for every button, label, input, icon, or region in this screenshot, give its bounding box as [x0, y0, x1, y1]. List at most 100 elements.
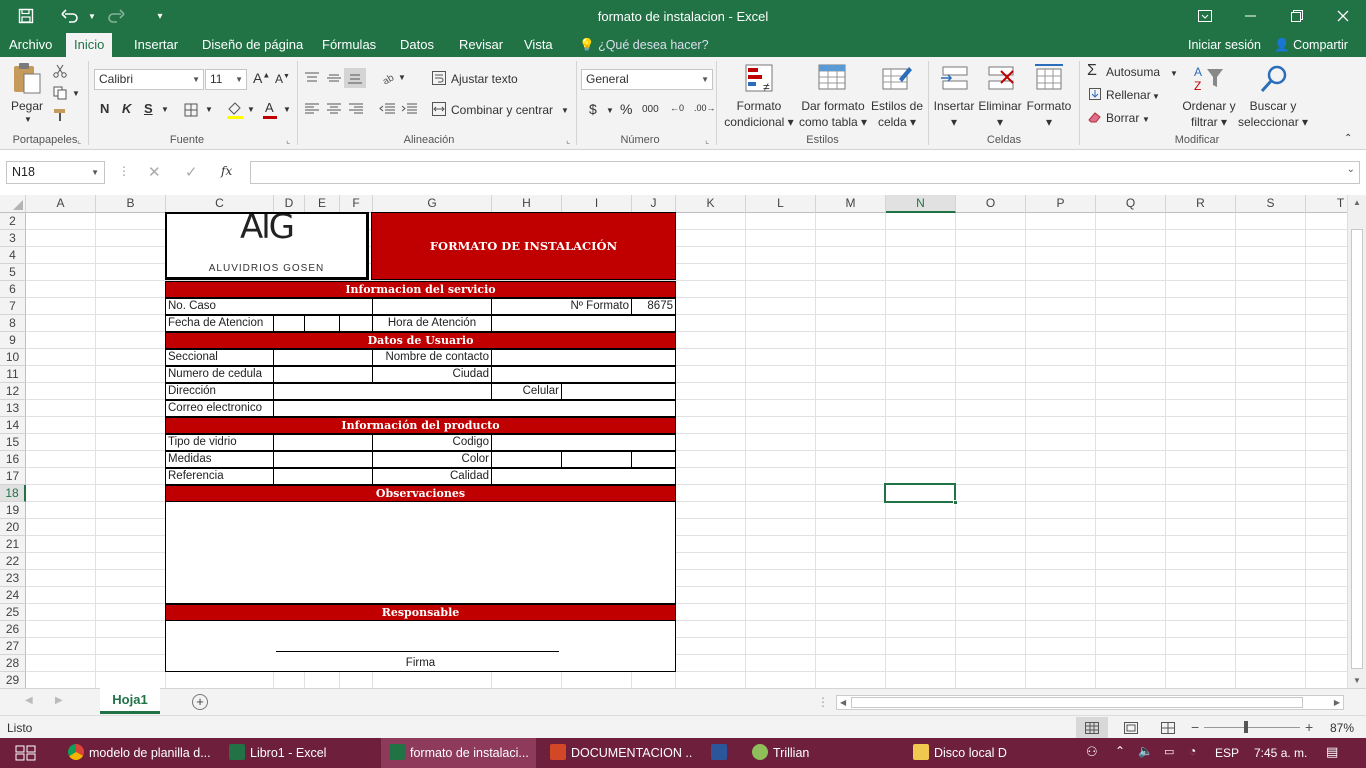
section-product-info[interactable]: Información del producto [165, 417, 676, 434]
column-header-o[interactable]: O [956, 195, 1026, 213]
section-user-data[interactable]: Datos de Usuario [165, 332, 676, 349]
cedula-label[interactable]: Numero de cedula [165, 366, 274, 383]
fill-dropdown-icon[interactable]: ▼ [1152, 92, 1160, 101]
row-header-26[interactable]: 26 [0, 621, 26, 638]
row-header-12[interactable]: 12 [0, 383, 26, 400]
increase-font-icon[interactable]: A▲ [253, 70, 270, 86]
chevron-up-icon[interactable]: ⌃ [1115, 744, 1125, 758]
row-header-24[interactable]: 24 [0, 587, 26, 604]
signin-link[interactable]: Iniciar sesión [1188, 33, 1261, 57]
color-label[interactable]: Color [372, 451, 492, 468]
column-header-m[interactable]: M [816, 195, 886, 213]
tell-me-search[interactable]: 💡 ¿Qué desea hacer? [579, 33, 709, 57]
row-header-29[interactable]: 29 [0, 672, 26, 688]
copy-dropdown-icon[interactable]: ▼ [72, 89, 80, 98]
tab-inicio[interactable]: Inicio [66, 33, 113, 57]
row-header-3[interactable]: 3 [0, 230, 26, 247]
page-layout-icon[interactable] [1122, 717, 1140, 739]
orientation-icon[interactable]: ab [380, 69, 398, 85]
tab-datos[interactable]: Datos [392, 33, 442, 57]
cancel-icon[interactable]: ✕ [148, 163, 161, 181]
row-header-9[interactable]: 9 [0, 332, 26, 349]
taskbar-item-libro1[interactable]: Libro1 - Excel [221, 738, 376, 768]
share-button[interactable]: 👤 Compartir [1274, 33, 1348, 57]
borders-dropdown-icon[interactable]: ▼ [205, 105, 213, 114]
column-header-i[interactable]: I [562, 195, 632, 213]
column-header-g[interactable]: G [373, 195, 492, 213]
scroll-left-icon[interactable]: ◀ [840, 696, 846, 709]
row-header-10[interactable]: 10 [0, 349, 26, 366]
vertical-scrollbar[interactable]: ▲ ▼ [1347, 195, 1366, 688]
autosum-button[interactable]: Autosuma [1106, 65, 1160, 79]
prev-sheet-icon[interactable]: ◀ [25, 695, 33, 706]
taskbar-item-word[interactable] [705, 738, 735, 768]
font-color-icon[interactable]: A [262, 100, 278, 120]
enter-icon[interactable]: ✓ [185, 163, 198, 181]
format-painter-icon[interactable] [52, 107, 68, 123]
ciudad-label[interactable]: Ciudad [372, 366, 492, 383]
currency-dropdown-icon[interactable]: ▼ [606, 106, 614, 115]
split-handle-icon[interactable]: ⋮ [817, 695, 829, 709]
tab-insertar[interactable]: Insertar [126, 33, 186, 57]
row-header-22[interactable]: 22 [0, 553, 26, 570]
column-header-p[interactable]: P [1026, 195, 1096, 213]
observations-area[interactable] [165, 501, 676, 604]
font-launcher-icon[interactable]: ⌞ [286, 135, 290, 146]
format-cells-button[interactable]: Formato ▾ [1025, 98, 1073, 130]
volume-icon[interactable]: 🔈 [1138, 744, 1153, 758]
clear-dropdown-icon[interactable]: ▼ [1142, 115, 1150, 124]
color-value-cell-3[interactable] [631, 451, 676, 468]
name-box[interactable]: N18 ▼ [6, 161, 105, 184]
seccional-label[interactable]: Seccional [165, 349, 274, 366]
scrollbar-thumb[interactable] [1351, 229, 1363, 669]
language-indicator[interactable]: ESP [1215, 746, 1239, 760]
tab-diseno-pagina[interactable]: Diseño de página [194, 33, 311, 57]
nombre-contacto-label[interactable]: Nombre de contacto [372, 349, 492, 366]
normal-view-icon[interactable] [1076, 717, 1108, 739]
font-size-combo[interactable]: 11 ▼ [205, 69, 247, 90]
codigo-label[interactable]: Codigo [372, 434, 492, 451]
section-service-info[interactable]: Informacion del servicio [165, 281, 676, 298]
celular-label[interactable]: Celular [491, 383, 562, 400]
fill-handle[interactable] [953, 500, 958, 505]
no-caso-label[interactable]: No. Caso [165, 298, 373, 315]
column-header-l[interactable]: L [746, 195, 816, 213]
zoom-slider[interactable] [1204, 727, 1300, 728]
sort-filter-button[interactable]: Ordenar y filtrar ▾ [1180, 98, 1238, 130]
column-header-r[interactable]: R [1166, 195, 1236, 213]
logo-cell[interactable]: AlG ALUVIDRIOS GOSEN [165, 212, 369, 280]
row-header-13[interactable]: 13 [0, 400, 26, 417]
column-header-h[interactable]: H [492, 195, 562, 213]
paste-button[interactable]: Pegar [11, 99, 43, 113]
select-all-corner[interactable] [0, 195, 26, 213]
increase-decimal-icon[interactable]: ←0 [670, 103, 684, 113]
signature-area[interactable]: Firma [165, 620, 676, 672]
add-sheet-icon[interactable]: + [192, 694, 208, 710]
taskbar-item-disco[interactable]: Disco local D [905, 738, 1060, 768]
zoom-slider-thumb[interactable] [1244, 721, 1248, 733]
find-select-button[interactable]: Buscar y seleccionar ▾ [1238, 98, 1308, 130]
clear-button[interactable]: Borrar [1106, 111, 1139, 125]
codigo-value-cell[interactable] [491, 434, 676, 451]
column-header-c[interactable]: C [166, 195, 274, 213]
zoom-out-button[interactable]: − [1191, 719, 1199, 735]
row-header-27[interactable]: 27 [0, 638, 26, 655]
horizontal-scrollbar[interactable]: ◀ ▶ [836, 695, 1344, 710]
row-header-20[interactable]: 20 [0, 519, 26, 536]
row-header-16[interactable]: 16 [0, 451, 26, 468]
h-scrollbar-thumb[interactable] [851, 697, 1303, 708]
section-responsible[interactable]: Responsable [165, 604, 676, 621]
zoom-in-button[interactable]: + [1305, 719, 1313, 735]
formula-input[interactable]: ⌄ [250, 161, 1360, 184]
minimize-icon[interactable] [1228, 0, 1274, 32]
tipo-vidrio-value-cell[interactable] [273, 434, 373, 451]
fecha-label[interactable]: Fecha de Atencion [165, 315, 274, 332]
referencia-label[interactable]: Referencia [165, 468, 274, 485]
calidad-value-cell[interactable] [491, 468, 676, 485]
restore-icon[interactable] [1274, 0, 1320, 32]
correo-value-cell[interactable] [273, 400, 676, 417]
nombre-contacto-value-cell[interactable] [491, 349, 676, 366]
number-format-combo[interactable]: General ▼ [581, 69, 713, 90]
align-center-icon[interactable] [326, 102, 342, 116]
underline-dropdown-icon[interactable]: ▼ [161, 105, 169, 114]
